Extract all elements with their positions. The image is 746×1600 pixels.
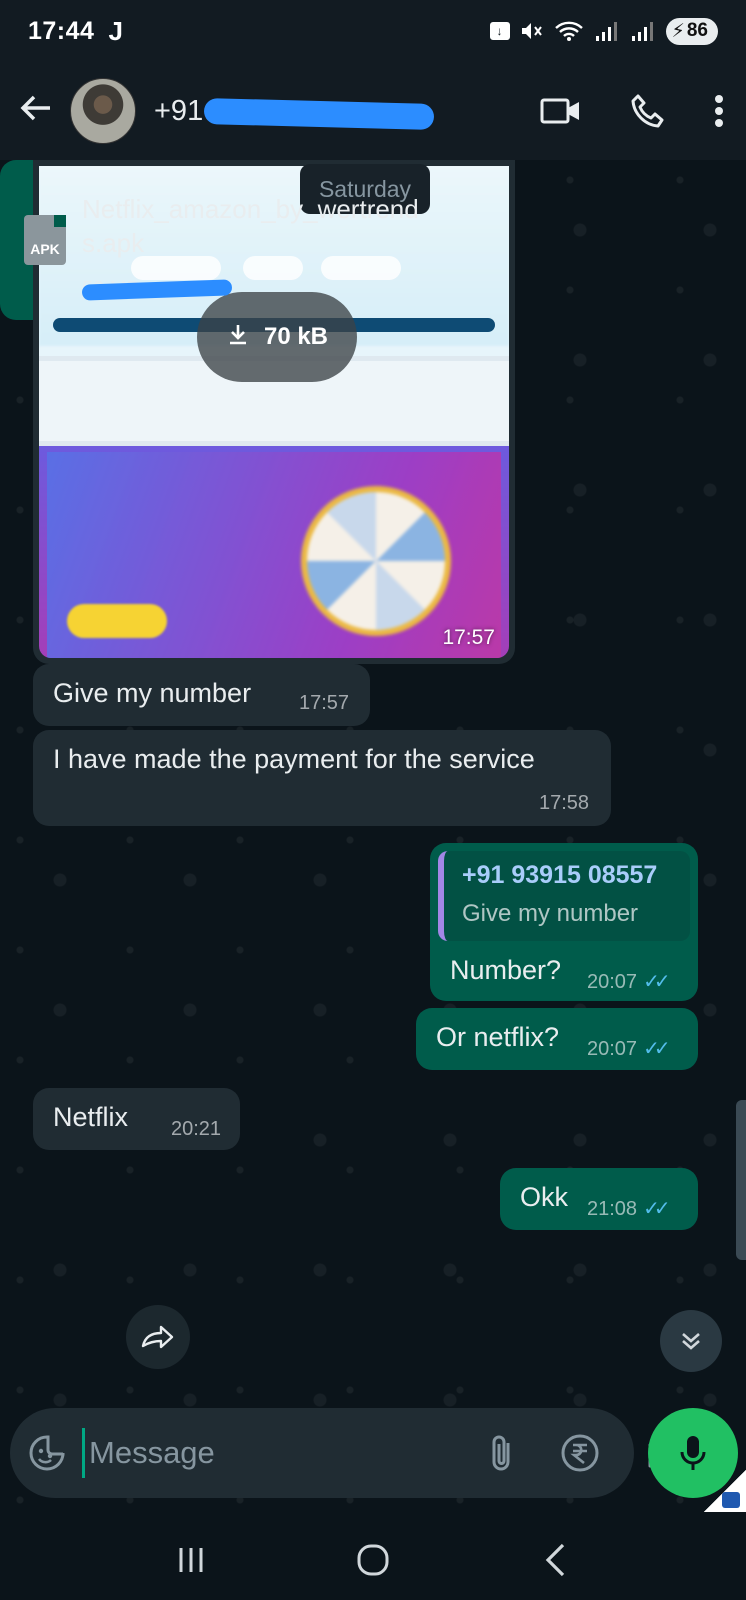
message-time: 20:07 [587, 971, 638, 993]
message-time: 17:57 [442, 626, 495, 649]
battery-level: 86 [686, 20, 708, 41]
carrier-glyph: J [108, 15, 123, 46]
image-region [67, 604, 167, 638]
header-actions [540, 93, 728, 129]
scroll-to-bottom-button[interactable] [660, 1310, 722, 1372]
outgoing-message[interactable]: Or netflix? 20:07 ✓✓ [416, 1008, 698, 1070]
incoming-message[interactable]: I have made the payment for the service … [33, 730, 611, 826]
attach-icon[interactable] [488, 1433, 514, 1473]
system-nav-bar [0, 1520, 746, 1600]
contact-name[interactable]: +91 [154, 94, 435, 130]
message-text: Or netflix? [436, 1022, 560, 1052]
more-icon[interactable] [714, 94, 724, 128]
read-ticks-icon: ✓✓ [643, 1198, 670, 1220]
sticker-icon[interactable] [28, 1434, 66, 1472]
file-name: Netflix_amazon_by_wertrend s.apk [82, 192, 462, 260]
notification-badge-icon [704, 1470, 746, 1512]
redaction-mark [203, 97, 435, 130]
status-bar: 17:44 J ↓ ⚡ 86 [0, 0, 746, 62]
quoted-text: Give my number [462, 900, 639, 927]
message-text: Give my number [53, 678, 252, 708]
back-arrow-icon[interactable] [18, 90, 58, 133]
wifi-icon [554, 20, 584, 42]
message-text: I have made the payment for the service [53, 744, 535, 774]
double-chevron-down-icon [682, 1333, 700, 1350]
video-call-icon[interactable] [540, 96, 582, 126]
quoted-message[interactable]: +91 93915 08557 Give my number [438, 851, 690, 941]
outgoing-message[interactable]: Okk 21:08 ✓✓ [500, 1168, 698, 1230]
message-time: 17:57 [299, 692, 350, 714]
mic-icon [680, 1436, 706, 1470]
charging-icon: ⚡ [671, 20, 685, 42]
download-size: 70 kB [263, 323, 329, 350]
signal-icon [594, 20, 620, 42]
message-time: 21:08 [587, 1198, 638, 1220]
apk-file-icon: APK [24, 215, 66, 265]
message-input[interactable] [82, 1428, 488, 1478]
voice-call-icon[interactable] [630, 93, 666, 129]
message-composer [10, 1408, 684, 1498]
outgoing-message[interactable]: +91 93915 08557 Give my number Number? 2… [430, 843, 698, 1001]
chat-area[interactable]: 70 kB 17:57 Saturday Give my number 17:5… [0, 160, 746, 1380]
quoted-sender: +91 93915 08557 [462, 861, 658, 889]
message-time: 20:07 [587, 1038, 638, 1060]
message-time: 17:58 [539, 792, 590, 814]
read-ticks-icon: ✓✓ [643, 971, 670, 993]
message-text: Netflix [53, 1102, 129, 1132]
file-name-line: s.apk [82, 228, 145, 258]
signal-icon [630, 20, 656, 42]
mute-icon [520, 20, 544, 42]
home-icon[interactable] [333, 1530, 413, 1590]
rupee-payment-icon[interactable] [560, 1433, 600, 1473]
recents-icon[interactable] [151, 1530, 231, 1590]
chat-header: +91 [0, 62, 746, 160]
incoming-message[interactable]: Give my number 17:57 [33, 664, 370, 726]
scrollbar[interactable] [736, 1100, 746, 1260]
notification-icon: ↓ [489, 22, 510, 40]
download-icon [226, 322, 250, 353]
contact-name-text: +91 [154, 94, 204, 127]
message-meta: 20:07 ✓✓ [587, 1036, 670, 1061]
message-text: Okk [520, 1182, 569, 1212]
download-button[interactable]: 70 kB [197, 292, 357, 382]
message-text: Number? [450, 955, 562, 985]
message-time: 20:21 [171, 1118, 222, 1140]
back-nav-icon[interactable] [515, 1530, 595, 1590]
read-ticks-icon: ✓✓ [643, 1038, 670, 1060]
file-type-label: APK [30, 241, 60, 257]
status-time: 17:44 [28, 16, 95, 45]
status-icons: ↓ ⚡ 86 [489, 17, 718, 45]
message-meta: 21:08 ✓✓ [587, 1196, 670, 1221]
avatar[interactable] [70, 78, 136, 144]
forward-button[interactable] [126, 1305, 190, 1369]
battery-indicator: ⚡ 86 [665, 17, 718, 45]
message-meta: 20:07 ✓✓ [587, 969, 670, 994]
forward-icon [141, 1325, 174, 1349]
image-region [301, 486, 451, 636]
incoming-message[interactable]: Netflix 20:21 [33, 1088, 240, 1150]
file-name-line: Netflix_amazon_by_wertrend [82, 194, 419, 224]
